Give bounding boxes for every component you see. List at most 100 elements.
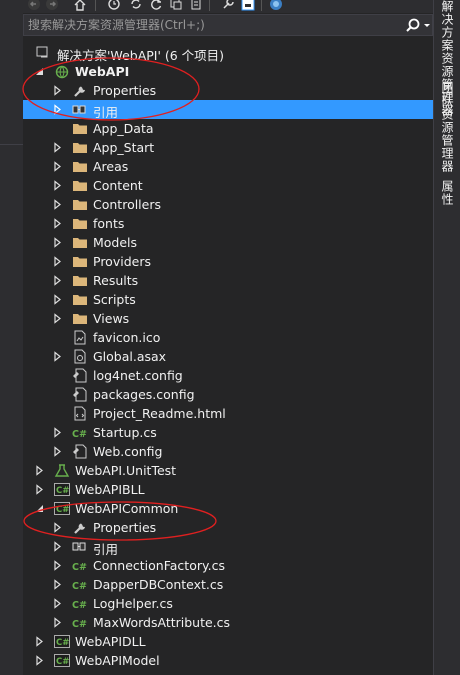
collapsed-arrow-icon[interactable]	[53, 199, 63, 210]
tree-row[interactable]: C# DapperDBContext.cs	[23, 575, 433, 594]
refresh-icon[interactable]	[149, 0, 163, 11]
collapsed-arrow-icon[interactable]	[35, 465, 45, 476]
tree-row[interactable]: Web.config	[23, 442, 433, 461]
tree-row[interactable]: Views	[23, 309, 433, 328]
tree-row-label: packages.config	[93, 387, 195, 402]
tree-row[interactable]: Properties	[23, 518, 433, 537]
tree-row-label: Properties	[93, 520, 157, 535]
collapsed-arrow-icon[interactable]	[53, 560, 63, 571]
collapsed-arrow-icon[interactable]	[53, 218, 63, 229]
tree-row[interactable]: WebAPI.UnitTest	[23, 461, 433, 480]
preview-selected-items-icon[interactable]	[241, 0, 255, 11]
tree-row-label: WebAPI.UnitTest	[75, 463, 177, 478]
tree-row[interactable]: log4net.config	[23, 366, 433, 385]
solution-tree: 解决方案'WebAPI' (6 个项目) WebAPI Properties 引用 A…	[23, 37, 433, 675]
toolbar-separator	[95, 0, 96, 11]
folder-icon	[73, 238, 87, 248]
tree-row[interactable]: 引用	[23, 100, 433, 120]
tree-row-label: LogHelper.cs	[93, 596, 173, 611]
tree-row-label: WebAPI	[75, 64, 130, 79]
tree-row[interactable]: Project_Readme.html	[23, 404, 433, 423]
tree-row[interactable]: Providers	[23, 252, 433, 271]
collapsed-arrow-icon[interactable]	[53, 85, 63, 96]
tree-row-label: Web.config	[93, 444, 163, 459]
collapsed-arrow-icon[interactable]	[53, 446, 63, 457]
tree-row-label: favicon.ico	[93, 330, 161, 345]
tree-row-label: fonts	[93, 216, 125, 231]
collapsed-arrow-icon[interactable]	[53, 313, 63, 324]
chevron-down-icon[interactable]	[422, 19, 432, 31]
folder-icon	[73, 295, 87, 305]
tree-row-label: Results	[93, 273, 139, 288]
collapsed-arrow-icon[interactable]	[53, 617, 63, 628]
collapsed-arrow-icon[interactable]	[35, 484, 45, 495]
collapsed-arrow-icon[interactable]	[53, 579, 63, 590]
back-icon[interactable]	[27, 0, 41, 11]
collapsed-arrow-icon[interactable]	[53, 161, 63, 172]
search-box[interactable]	[23, 14, 433, 36]
wrench-properties-icon[interactable]	[221, 0, 235, 11]
csharp-project-icon: C#	[54, 483, 70, 496]
collapsed-arrow-icon[interactable]	[53, 351, 63, 362]
tree-row[interactable]: C# WebAPIDLL	[23, 632, 433, 651]
config-file-icon	[73, 368, 87, 383]
svg-text:C#: C#	[72, 581, 87, 592]
properties-tab[interactable]: 属性	[439, 180, 456, 206]
tree-row[interactable]: App_Data	[23, 119, 433, 138]
tree-row[interactable]: Models	[23, 233, 433, 252]
tree-row-label: App_Data	[93, 121, 154, 136]
search-input[interactable]	[28, 17, 388, 33]
team-explorer-tab[interactable]: 团队资源管理器	[439, 82, 456, 173]
collapsed-arrow-icon[interactable]	[35, 636, 45, 647]
html-file-icon	[74, 406, 86, 421]
tree-row[interactable]: C# MaxWordsAttribute.cs	[23, 613, 433, 632]
tree-row[interactable]: packages.config	[23, 385, 433, 404]
tree-row[interactable]: App_Start	[23, 138, 433, 157]
collapsed-arrow-icon[interactable]	[53, 541, 63, 552]
team-explorer-icon[interactable]	[269, 0, 283, 11]
tree-row[interactable]: Properties	[23, 81, 433, 100]
tree-row[interactable]: WebAPI	[23, 62, 433, 81]
tree-row-label: Scripts	[93, 292, 136, 307]
tree-row[interactable]: Scripts	[23, 290, 433, 309]
collapsed-arrow-icon[interactable]	[53, 294, 63, 305]
collapse-all-icon[interactable]	[169, 0, 183, 11]
tree-row[interactable]: Areas	[23, 157, 433, 176]
folder-icon	[73, 143, 87, 153]
collapsed-arrow-icon[interactable]	[53, 256, 63, 267]
tree-row-label: ConnectionFactory.cs	[93, 558, 225, 573]
tree-row[interactable]: C# WebAPICommon	[23, 499, 433, 518]
expanded-arrow-icon[interactable]	[35, 503, 45, 514]
collapsed-arrow-icon[interactable]	[53, 522, 63, 533]
history-icon[interactable]	[107, 0, 121, 11]
tree-row[interactable]: Results	[23, 271, 433, 290]
solution-node[interactable]: 解决方案'WebAPI' (6 个项目)	[23, 43, 433, 63]
collapsed-arrow-icon[interactable]	[53, 237, 63, 248]
asax-file-icon	[74, 349, 86, 364]
tree-row[interactable]: fonts	[23, 214, 433, 233]
collapsed-arrow-icon[interactable]	[53, 142, 63, 153]
sync-icon[interactable]	[129, 0, 143, 11]
wrench-icon	[74, 86, 85, 97]
tree-row[interactable]: C# WebAPIBLL	[23, 480, 433, 499]
tree-row[interactable]: C# ConnectionFactory.cs	[23, 556, 433, 575]
tree-row[interactable]: Content	[23, 176, 433, 195]
show-all-files-icon[interactable]	[189, 0, 203, 11]
collapsed-arrow-icon[interactable]	[53, 598, 63, 609]
forward-icon[interactable]	[45, 0, 59, 11]
collapsed-arrow-icon[interactable]	[53, 275, 63, 286]
collapsed-arrow-icon[interactable]	[53, 104, 63, 115]
tree-row[interactable]: 引用	[23, 537, 433, 557]
tree-row[interactable]: Controllers	[23, 195, 433, 214]
search-icon[interactable]	[405, 17, 421, 33]
collapsed-arrow-icon[interactable]	[53, 427, 63, 438]
home-icon[interactable]	[73, 0, 87, 11]
collapsed-arrow-icon[interactable]	[35, 655, 45, 666]
tree-row[interactable]: favicon.ico	[23, 328, 433, 347]
collapsed-arrow-icon[interactable]	[53, 180, 63, 191]
tree-row[interactable]: C# LogHelper.cs	[23, 594, 433, 613]
tree-row[interactable]: C# Startup.cs	[23, 423, 433, 442]
expanded-arrow-icon[interactable]	[35, 66, 45, 77]
tree-row[interactable]: Global.asax	[23, 347, 433, 366]
tree-row[interactable]: C# WebAPIModel	[23, 651, 433, 670]
